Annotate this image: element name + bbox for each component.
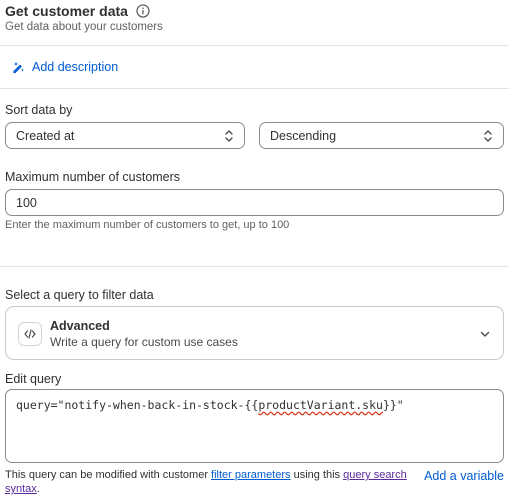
max-customers-value: 100 xyxy=(16,195,37,210)
help-text-suffix: . xyxy=(36,483,40,495)
edit-query-label: Edit query xyxy=(5,372,62,386)
divider xyxy=(0,45,509,46)
query-type-description: Write a query for custom use cases xyxy=(50,335,238,349)
chevron-down-icon xyxy=(480,331,490,337)
sort-order-value: Descending xyxy=(270,128,337,143)
sparkle-edit-icon xyxy=(13,62,24,74)
query-help-text: This query can be modified with customer… xyxy=(5,468,420,496)
page-title: Get customer data xyxy=(5,3,128,19)
add-variable-button[interactable]: Add a variable xyxy=(424,469,504,483)
sort-order-select[interactable]: Descending xyxy=(259,122,504,149)
query-variable: productVariant.sku xyxy=(258,398,383,412)
page-subtitle: Get data about your customers xyxy=(5,21,163,33)
max-customers-help: Enter the maximum number of customers to… xyxy=(5,219,290,231)
sort-label: Sort data by xyxy=(5,103,73,117)
chevron-up-down-icon xyxy=(484,130,492,142)
divider xyxy=(0,266,509,267)
sort-field-select[interactable]: Created at xyxy=(5,122,245,149)
help-text-middle: using this xyxy=(290,469,344,481)
query-text-suffix: }}" xyxy=(382,398,404,412)
divider xyxy=(0,88,509,89)
add-description-label: Add description xyxy=(32,60,119,74)
add-description-button[interactable]: Add description xyxy=(12,60,118,74)
query-type-title: Advanced xyxy=(50,319,110,333)
query-text-prefix: query="notify-when-back-in-stock-{{ xyxy=(16,398,259,412)
filter-parameters-link[interactable]: filter parameters xyxy=(211,469,290,481)
header: Get customer data xyxy=(5,3,150,19)
chevron-up-down-icon xyxy=(225,130,233,142)
max-customers-label: Maximum number of customers xyxy=(5,170,181,184)
help-text-prefix: This query can be modified with customer xyxy=(5,469,212,481)
query-textarea[interactable]: query="notify-when-back-in-stock-{{produ… xyxy=(5,389,504,463)
max-customers-input[interactable]: 100 xyxy=(5,189,504,216)
sort-field-value: Created at xyxy=(16,128,75,143)
query-type-select[interactable]: Advanced Write a query for custom use ca… xyxy=(5,306,504,360)
filter-label: Select a query to filter data xyxy=(5,288,154,302)
info-icon[interactable] xyxy=(136,4,150,18)
code-icon xyxy=(18,322,42,346)
